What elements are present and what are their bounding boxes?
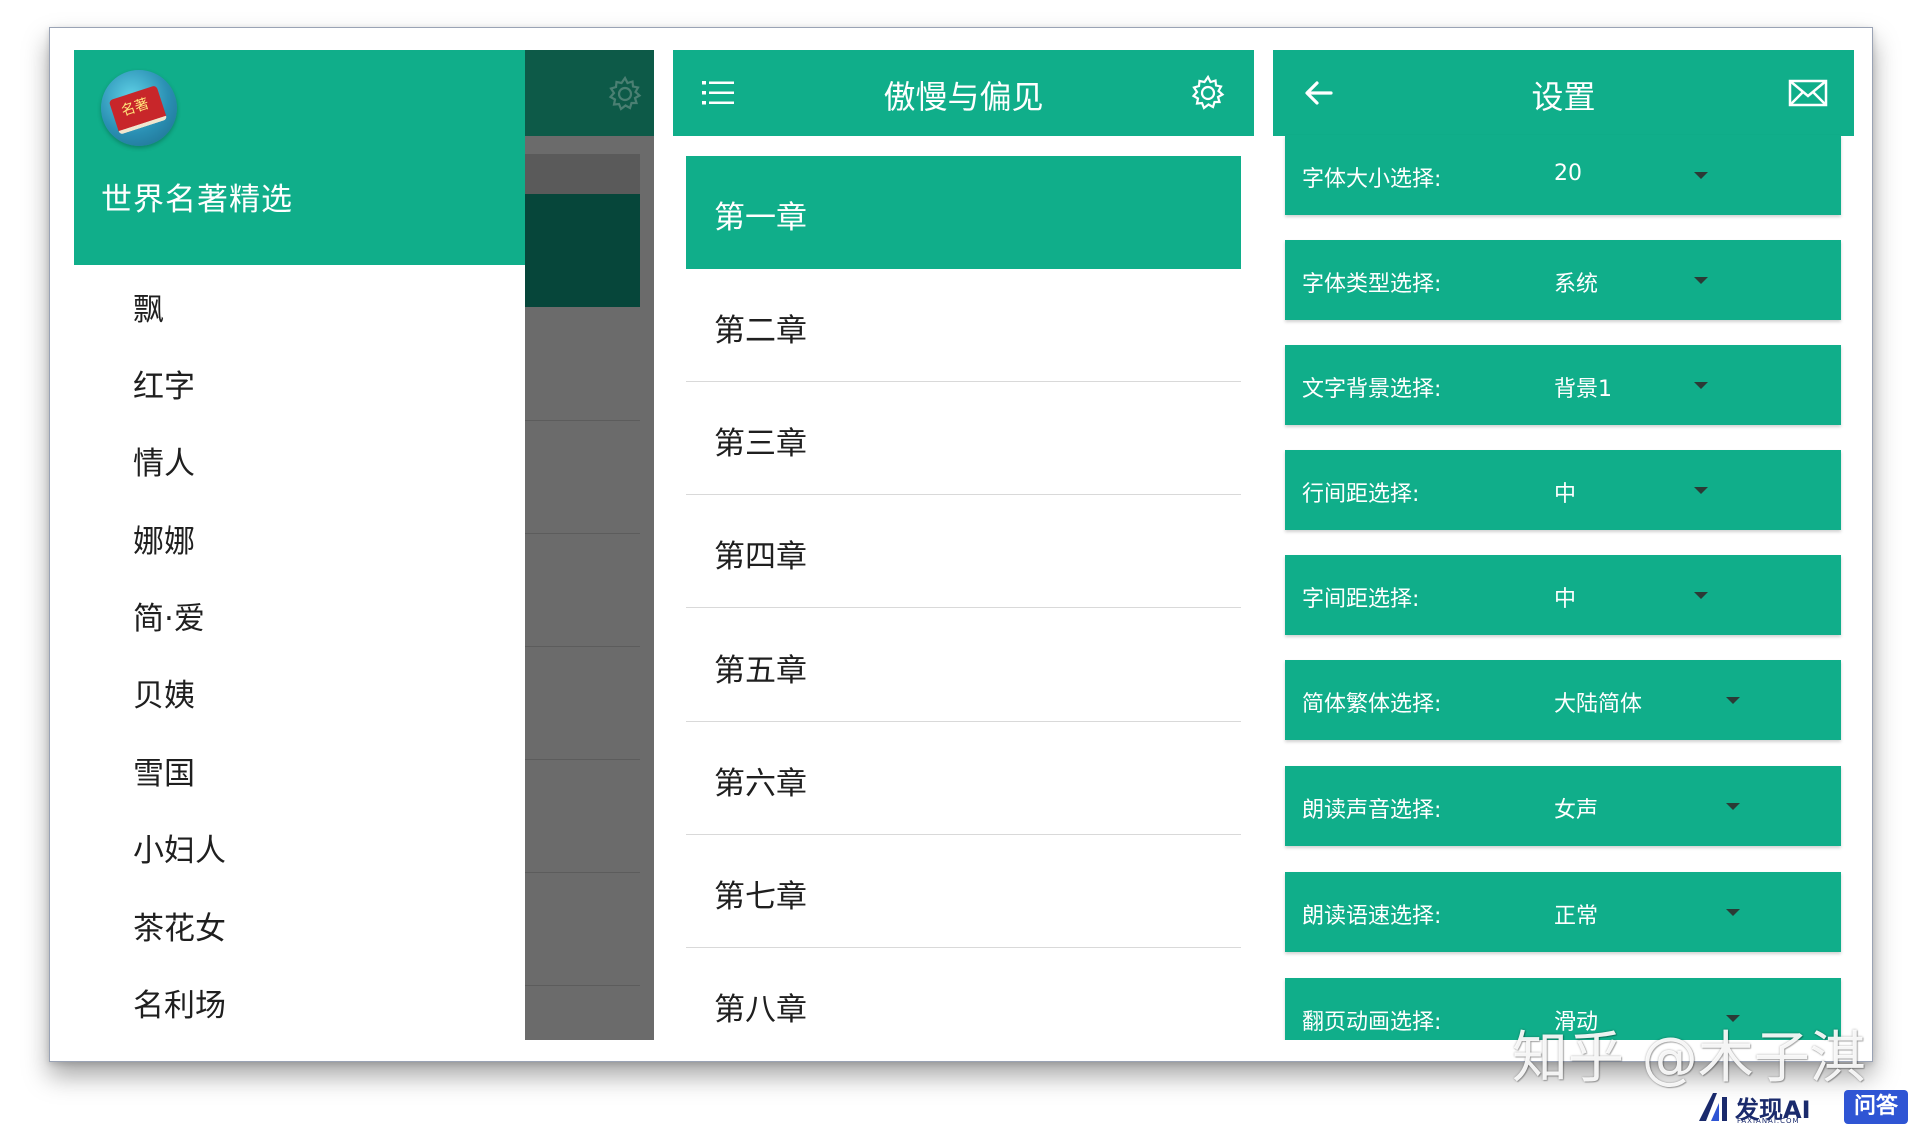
setting-value: 女声	[1554, 798, 1599, 823]
chapter-label: 第五章	[714, 653, 807, 689]
setting-value: 中	[1554, 482, 1577, 507]
setting-font-size[interactable]: 字体大小选择: 20	[1285, 135, 1841, 215]
underlying-divider	[525, 420, 640, 421]
underlying-divider	[525, 872, 640, 873]
dropdown-arrow-icon[interactable]	[1694, 277, 1708, 284]
book-item[interactable]: 名利场	[133, 984, 226, 1028]
setting-label: 文字背景选择:	[1302, 377, 1442, 402]
chapter-item[interactable]: 第二章	[686, 269, 1241, 382]
dropdown-arrow-icon[interactable]	[1694, 592, 1708, 599]
dropdown-arrow-icon[interactable]	[1726, 803, 1740, 810]
chapter-item-selected[interactable]: 第一章	[686, 156, 1241, 269]
setting-label: 字体类型选择:	[1302, 272, 1442, 297]
chapter-item[interactable]: 第三章	[686, 382, 1241, 495]
navigation-drawer: 名著 世界名著精选 飘 红字 情人 娜娜 简·爱 贝姨 雪国 小妇人 茶花女 名…	[74, 50, 525, 1040]
book-item[interactable]: 情人	[133, 442, 195, 486]
book-item[interactable]: 简·爱	[133, 597, 205, 641]
gear-icon[interactable]	[605, 74, 645, 114]
gear-icon[interactable]	[1188, 73, 1228, 113]
chapter-screen: 傲慢与偏见 第一章 第二章 第三章 第四章 第五章 第六章 第七章 第八章	[673, 50, 1254, 1040]
chapter-label: 第二章	[714, 313, 807, 349]
setting-letter-spacing[interactable]: 字间距选择: 中	[1285, 555, 1841, 635]
book-item[interactable]: 娜娜	[133, 520, 195, 564]
book-item[interactable]: 飘	[133, 288, 164, 332]
setting-label: 翻页动画选择:	[1302, 1010, 1442, 1035]
setting-label: 朗读声音选择:	[1302, 798, 1442, 823]
setting-text-background[interactable]: 文字背景选择: 背景1	[1285, 345, 1841, 425]
book-item[interactable]: 茶花女	[133, 907, 226, 951]
setting-value: 正常	[1554, 904, 1599, 929]
dropdown-arrow-icon[interactable]	[1726, 697, 1740, 704]
book-item[interactable]: 小妇人	[133, 829, 226, 873]
setting-value: 大陆简体	[1554, 692, 1643, 717]
faxian-qa-badge: 问答	[1844, 1090, 1908, 1124]
chapter-toolbar: 傲慢与偏见	[673, 50, 1254, 136]
logo-text: 名著	[119, 95, 151, 120]
dropdown-arrow-icon[interactable]	[1694, 172, 1708, 179]
underlying-band	[525, 154, 640, 194]
underlying-divider	[525, 759, 640, 760]
setting-line-spacing[interactable]: 行间距选择: 中	[1285, 450, 1841, 530]
chapter-item[interactable]: 第七章	[686, 835, 1241, 948]
settings-screen: 设置 字体大小选择: 20 字体类型选择: 系统 文字背景选择: 背景1 行间距…	[1273, 50, 1854, 1040]
settings-title: 设置	[1531, 78, 1596, 116]
faxian-domain: FAXIANAI.COM	[1737, 1117, 1800, 1125]
book-item[interactable]: 雪国	[133, 752, 195, 796]
setting-label: 字体大小选择:	[1302, 167, 1442, 192]
setting-label: 朗读语速选择:	[1302, 904, 1442, 929]
book-title: 傲慢与偏见	[883, 78, 1044, 116]
drawer-screen: 名著 世界名著精选 飘 红字 情人 娜娜 简·爱 贝姨 雪国 小妇人 茶花女 名…	[74, 50, 654, 1040]
drawer-header: 名著 世界名著精选	[74, 50, 525, 265]
underlying-divider	[525, 985, 640, 986]
setting-label: 字间距选择:	[1302, 587, 1420, 612]
chapter-item[interactable]: 第六章	[686, 722, 1241, 835]
setting-script[interactable]: 简体繁体选择: 大陆简体	[1285, 660, 1841, 740]
book-item[interactable]: 贝姨	[133, 674, 195, 718]
chapter-label: 第七章	[714, 879, 807, 915]
drawer-scrim[interactable]	[525, 50, 654, 1040]
setting-label: 简体繁体选择:	[1302, 692, 1442, 717]
ai-logo-icon	[1699, 1093, 1727, 1121]
settings-toolbar: 设置	[1273, 50, 1854, 136]
setting-value: 中	[1554, 587, 1577, 612]
chapter-label: 第八章	[714, 992, 807, 1028]
dropdown-arrow-icon[interactable]	[1726, 909, 1740, 916]
setting-value: 系统	[1554, 272, 1599, 297]
zhihu-watermark: 知乎 @木子淇	[1512, 1026, 1866, 1091]
dropdown-arrow-icon[interactable]	[1694, 382, 1708, 389]
chapter-label: 第三章	[714, 426, 807, 462]
chapter-label: 第六章	[714, 766, 807, 802]
underlying-toolbar	[525, 50, 654, 136]
chapter-item[interactable]: 第四章	[686, 495, 1241, 608]
dropdown-arrow-icon[interactable]	[1694, 487, 1708, 494]
underlying-selected-row	[525, 194, 640, 307]
mail-icon[interactable]	[1788, 78, 1828, 108]
chapter-item[interactable]: 第五章	[686, 609, 1241, 722]
setting-reading-voice[interactable]: 朗读声音选择: 女声	[1285, 766, 1841, 846]
chapter-label: 第四章	[714, 539, 807, 575]
setting-label: 行间距选择:	[1302, 482, 1420, 507]
setting-reading-speed[interactable]: 朗读语速选择: 正常	[1285, 872, 1841, 952]
setting-value: 20	[1554, 161, 1582, 186]
faxian-watermark: 发现AI FAXIANAI.COM 问答	[1697, 1087, 1912, 1127]
setting-font-type[interactable]: 字体类型选择: 系统	[1285, 240, 1841, 320]
underlying-divider	[525, 646, 640, 647]
setting-value: 背景1	[1554, 377, 1612, 402]
chapter-label: 第一章	[714, 200, 807, 236]
book-logo-icon: 名著	[101, 70, 177, 146]
underlying-divider	[525, 533, 640, 534]
app-title: 世界名著精选	[101, 182, 293, 218]
book-item[interactable]: 红字	[133, 365, 195, 409]
chapter-item[interactable]: 第八章	[686, 948, 1241, 1040]
